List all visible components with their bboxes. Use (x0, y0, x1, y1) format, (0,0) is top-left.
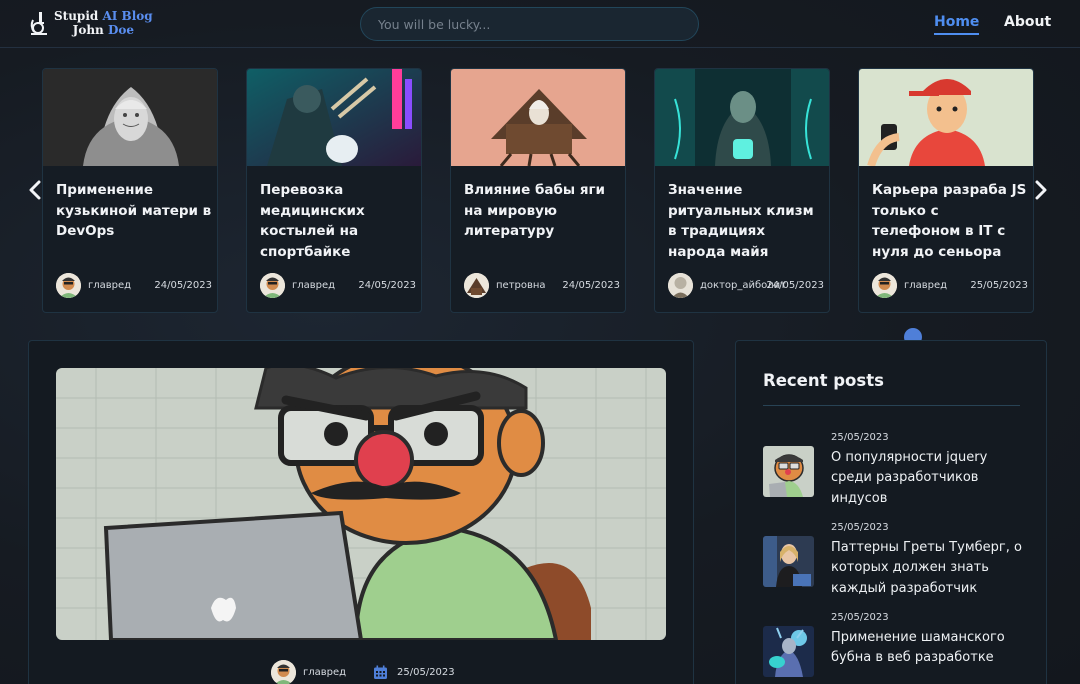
recent-post-title[interactable]: Паттерны Греты Тумберг, о которых должен… (831, 538, 1023, 599)
recent-post-thumbnail (763, 536, 814, 587)
site-logo-text: Stupid AI Blog John Doe (54, 9, 153, 37)
recent-post-title[interactable]: О популярности jquery среди разработчико… (831, 448, 1023, 509)
recent-post-date: 25/05/2023 (831, 432, 889, 443)
calendar-icon (374, 665, 387, 679)
post-date: 24/05/2023 (766, 280, 824, 291)
post-author[interactable]: главред (303, 667, 346, 678)
post-title[interactable]: Значение ритуальных клизм в традициях на… (668, 180, 824, 262)
recent-post-thumbnail (763, 626, 814, 677)
post-thumbnail (43, 69, 217, 166)
carousel-card[interactable]: Значение ритуальных клизм в традициях на… (654, 68, 830, 313)
post-thumbnail (859, 69, 1033, 166)
post-date: 25/05/2023 (970, 280, 1028, 291)
nav-about-link[interactable]: About (1004, 14, 1051, 30)
recent-posts-heading: Recent posts (763, 371, 884, 390)
top-navbar: Stupid AI Blog John Doe Home About (0, 0, 1080, 48)
author-avatar (464, 273, 489, 298)
post-meta: доктор_айболит 24/05/2023 (668, 273, 824, 299)
author-avatar (872, 273, 897, 298)
logo-line2-white: John (72, 23, 108, 37)
chevron-right-icon[interactable] (1034, 180, 1048, 200)
recent-post-title[interactable]: Применение шаманского бубна в веб разраб… (831, 628, 1023, 669)
carousel-card[interactable]: Карьера разраба JS только с телефоном в … (858, 68, 1034, 313)
post-meta: главред 24/05/2023 (260, 273, 416, 299)
logo-line1-blue: AI Blog (102, 9, 153, 23)
carousel-card[interactable]: Применение кузькиной матери в DevOps гла… (42, 68, 218, 313)
post-meta: главред 24/05/2023 (56, 273, 212, 299)
nav-home-link[interactable]: Home (934, 14, 980, 35)
carousel-card[interactable]: Влияние бабы яги на мировую литературу п… (450, 68, 626, 313)
featured-post-image[interactable] (56, 368, 666, 640)
post-date: 25/05/2023 (397, 667, 455, 678)
logo-line1-white: Stupid (54, 9, 103, 23)
post-author[interactable]: главред (292, 280, 335, 291)
post-date: 24/05/2023 (358, 280, 416, 291)
post-date: 24/05/2023 (154, 280, 212, 291)
author-avatar (668, 273, 693, 298)
recent-post-date: 25/05/2023 (831, 612, 889, 623)
post-meta: петровна 24/05/2023 (464, 273, 620, 299)
search-input[interactable] (360, 7, 699, 41)
post-author[interactable]: петровна (496, 280, 546, 291)
post-thumbnail (655, 69, 829, 166)
post-author[interactable]: главред (904, 280, 947, 291)
carousel-card[interactable]: Перевозка медицинских костылей на спортб… (246, 68, 422, 313)
post-thumbnail (247, 69, 421, 166)
logo-line2-blue: Doe (107, 23, 134, 37)
post-title[interactable]: Применение кузькиной матери в DevOps (56, 180, 212, 242)
post-title[interactable]: Влияние бабы яги на мировую литературу (464, 180, 620, 242)
post-title[interactable]: Карьера разраба JS только с телефоном в … (872, 180, 1028, 262)
divider (763, 405, 1020, 406)
author-avatar (271, 660, 296, 684)
recent-post-thumbnail (763, 446, 814, 497)
post-title[interactable]: Перевозка медицинских костылей на спортб… (260, 180, 416, 262)
recent-post-date: 25/05/2023 (831, 522, 889, 533)
chevron-left-icon[interactable] (28, 180, 42, 200)
post-date: 24/05/2023 (562, 280, 620, 291)
post-thumbnail (451, 69, 625, 166)
author-avatar (260, 273, 285, 298)
site-logo[interactable]: Stupid AI Blog John Doe (28, 9, 153, 37)
post-meta: главред 25/05/2023 (872, 273, 1028, 299)
microscope-icon (30, 12, 47, 35)
author-avatar (56, 273, 81, 298)
post-author[interactable]: главред (88, 280, 131, 291)
